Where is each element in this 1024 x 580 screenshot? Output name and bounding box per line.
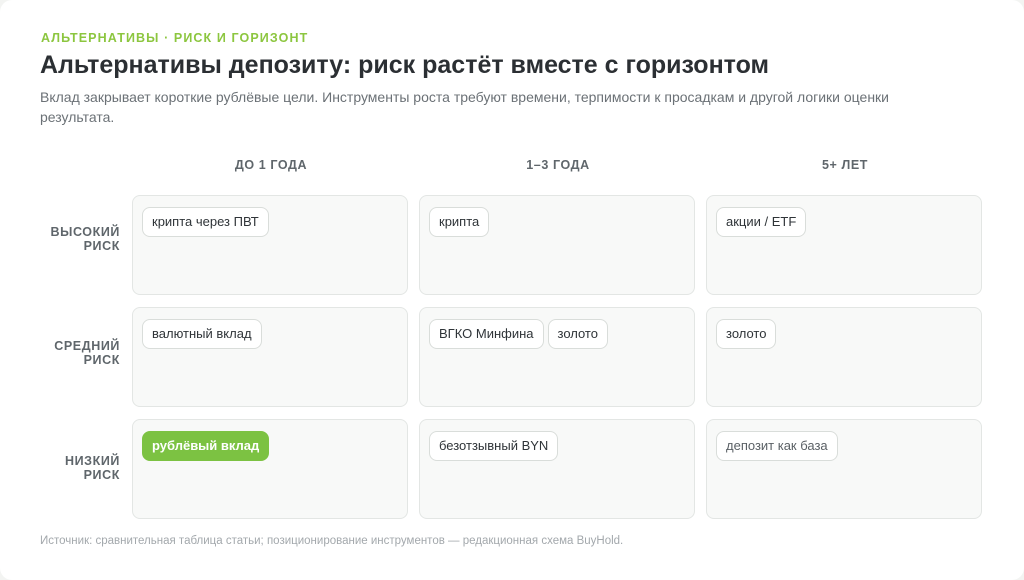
page-title: Альтернативы депозиту: риск растёт вмест… — [40, 51, 770, 79]
matrix-cell-low-risk-short: рублёвый вклад — [132, 419, 408, 519]
instrument-chip: золото — [716, 319, 777, 349]
infographic-card: АЛЬТЕРНАТИВЫ · РИСК И ГОРИЗОНТ Альтернат… — [0, 0, 1024, 580]
matrix-cell-high-risk-medium: крипта — [419, 195, 695, 295]
instrument-chip: акции / ETF — [716, 207, 807, 237]
matrix-cell-medium-risk-long: золото — [706, 307, 982, 407]
instrument-chip: рублёвый вклад — [142, 431, 270, 461]
matrix-cell-low-risk-medium: безотзывный BYN — [419, 419, 695, 519]
instrument-chip: крипта — [429, 207, 490, 237]
page-subtitle: Вклад закрывает короткие рублёвые цели. … — [40, 89, 890, 125]
eyebrow-label: АЛЬТЕРНАТИВЫ · РИСК И ГОРИЗОНТ — [41, 31, 309, 45]
matrix-cell-high-risk-long: акции / ETF — [706, 195, 982, 295]
instrument-chip: депозит как база — [716, 431, 838, 461]
row-header-low-risk: НИЗКИЙ РИСК — [64, 454, 120, 482]
matrix-cell-medium-risk-medium: ВГКО Минфина золото — [419, 307, 695, 407]
instrument-chip: валютный вклад — [142, 319, 262, 349]
matrix-cell-low-risk-long: депозит как база — [706, 419, 982, 519]
instrument-chip: ВГКО Минфина — [429, 319, 544, 349]
source-note: Источник: сравнительная таблица статьи; … — [40, 535, 624, 547]
matrix-cell-medium-risk-short: валютный вклад — [132, 307, 408, 407]
column-header-medium: 1–3 ГОДА — [526, 158, 590, 172]
instrument-chip: крипта через ПВТ — [142, 207, 269, 237]
row-header-medium-risk: СРЕДНИЙ РИСК — [54, 339, 120, 367]
matrix-cell-high-risk-short: крипта через ПВТ — [132, 195, 408, 295]
instrument-chip: золото — [547, 319, 608, 349]
instrument-chip: безотзывный BYN — [429, 431, 559, 461]
column-header-long: 5+ ЛЕТ — [821, 158, 869, 172]
column-header-short: ДО 1 ГОДА — [234, 158, 308, 172]
row-header-high-risk: ВЫСОКИЙ РИСК — [50, 225, 120, 253]
